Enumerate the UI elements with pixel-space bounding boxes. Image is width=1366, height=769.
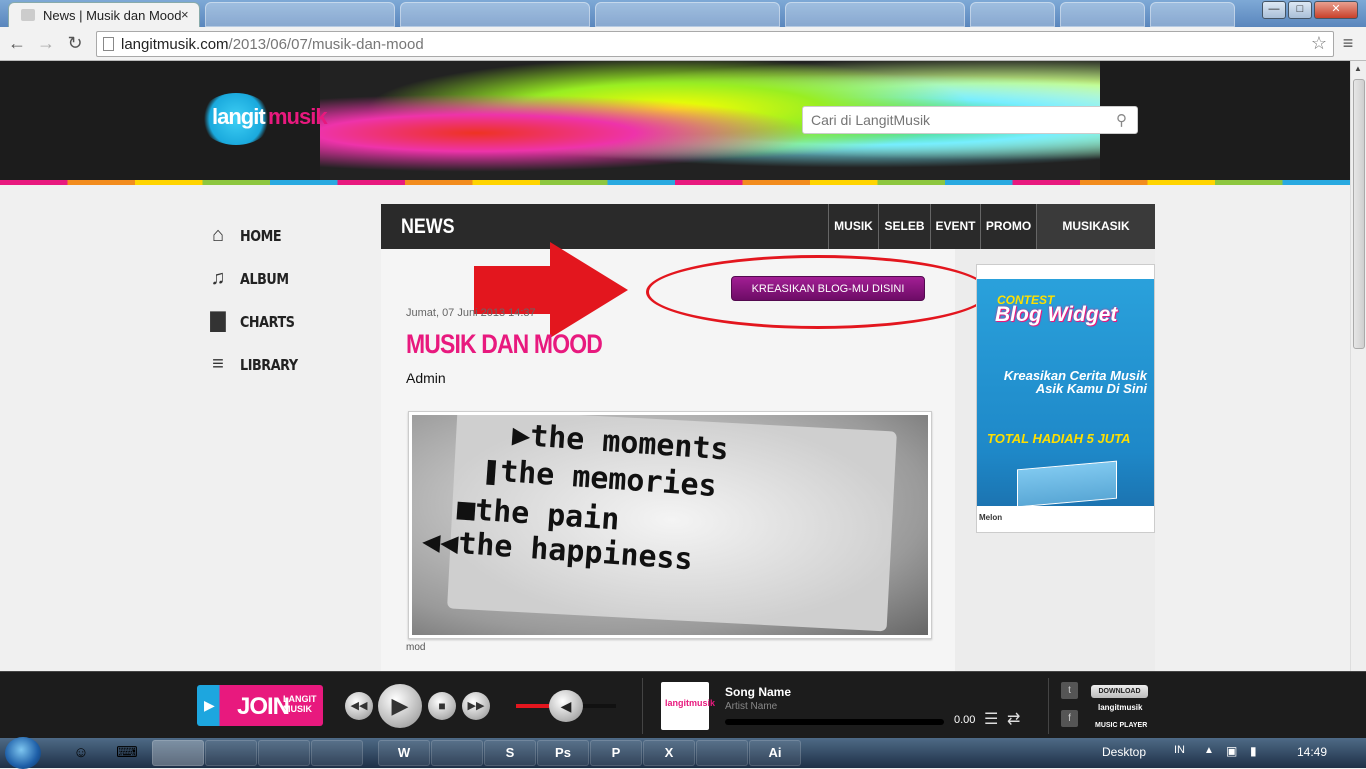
browser-tab-strip: News | Musik dan Mood × — □ ✕ (0, 0, 1366, 27)
player-mockup-image (1017, 460, 1117, 508)
tab-background[interactable] (1060, 2, 1145, 27)
langitmusik-player-logo: langitmusik (1098, 703, 1143, 712)
taskbar-word[interactable]: W (378, 740, 430, 766)
join-button[interactable]: ▶ JOIN LANGIT MUSIK (197, 685, 323, 726)
tab-background[interactable] (595, 2, 780, 27)
bar-chart-icon: ▇ (210, 310, 226, 332)
twitter-icon[interactable]: t (1061, 682, 1078, 699)
tab-active[interactable]: News | Musik dan Mood × (8, 2, 200, 27)
tab-background[interactable] (400, 2, 590, 27)
taskbar-powerpoint[interactable]: P (590, 740, 642, 766)
sidebar-item-home[interactable]: ⌂ HOME (205, 220, 355, 250)
track-time: 0.00 (954, 714, 976, 726)
url-host: langitmusik.com (121, 36, 229, 53)
facebook-icon[interactable]: f (1061, 710, 1078, 727)
power-icon[interactable]: ▮ (1250, 744, 1257, 758)
page-scrollbar[interactable]: ▲ (1350, 61, 1366, 671)
artist-name: Artist Name (725, 701, 778, 712)
sidebar-item-album[interactable]: ♫ ALBUM (205, 263, 355, 293)
emoticon-icon[interactable]: ☺ (70, 742, 92, 764)
address-bar[interactable]: langitmusik.com/2013/06/07/musik-dan-moo… (96, 31, 1334, 57)
download-button[interactable]: DOWNLOAD (1091, 685, 1148, 698)
taskbar-excel[interactable]: X (643, 740, 695, 766)
desktop-toolbar-label[interactable]: Desktop (1102, 745, 1146, 759)
tab-background[interactable] (970, 2, 1055, 27)
volume-speaker-icon[interactable]: ◀ (549, 690, 583, 722)
tab-musik[interactable]: MUSIK (828, 204, 878, 249)
site-header: langit musik ⚲ (0, 61, 1350, 181)
play-icon[interactable]: ▶ (378, 684, 422, 728)
music-player-bar: ▶ JOIN LANGIT MUSIK ◀◀ ▶ ■ ▶▶ ◀ langitmu… (0, 671, 1366, 738)
tab-background[interactable] (205, 2, 395, 27)
track-progress-bar[interactable] (725, 719, 944, 725)
article-image: ▶the moments ❚the memories ■the pain ◀◀t… (408, 411, 932, 639)
taskbar-skype[interactable]: S (484, 740, 536, 766)
sidebar-item-charts[interactable]: ▇ CHARTS (205, 306, 355, 336)
maximize-button[interactable]: □ (1288, 1, 1312, 19)
tab-title: News | Musik dan Mood (43, 8, 182, 23)
reload-icon[interactable]: ↻ (63, 32, 87, 56)
windows-taskbar: ☺ ⌨ W S Ps P X Ai Desktop IN ▲ ▣ ▮ 14:49 (0, 737, 1366, 769)
rewind-icon[interactable]: ◀◀ (345, 692, 373, 720)
minimize-button[interactable]: — (1262, 1, 1286, 19)
url-path: /2013/06/07/musik-dan-mood (228, 36, 424, 53)
taskbar-app[interactable] (311, 740, 363, 766)
library-icon: ≡ (212, 353, 224, 375)
tab-background[interactable] (785, 2, 965, 27)
network-icon[interactable]: ▣ (1226, 744, 1237, 758)
forward-arrow-icon[interactable]: → (34, 32, 58, 56)
menu-icon[interactable]: ≡ (1336, 32, 1360, 56)
red-arrow-annotation (474, 242, 628, 338)
start-orb-icon[interactable] (5, 737, 41, 769)
tab-background[interactable] (1150, 2, 1235, 27)
page-favicon-icon (21, 9, 35, 21)
page-icon (103, 37, 114, 51)
article-date: Jumat, 07 Juni 2013 14:37 (406, 307, 536, 319)
keyboard-icon[interactable]: ⌨ (116, 742, 138, 764)
taskbar-photoshop[interactable]: Ps (537, 740, 589, 766)
tab-event[interactable]: EVENT (930, 204, 980, 249)
article-title[interactable]: MUSIK DAN MOOD (406, 329, 603, 360)
shuffle-icon[interactable]: ⇄ (1007, 709, 1020, 729)
site-logo[interactable]: langit musik (200, 89, 330, 149)
taskbar-explorer[interactable] (696, 740, 748, 766)
scrollbar-thumb[interactable] (1353, 79, 1365, 349)
tab-musikasik-corner[interactable]: MUSIKASIK CORNER (1036, 204, 1155, 278)
playlist-icon[interactable]: ☰ (984, 709, 998, 729)
album-art-thumbnail: langitmusik (661, 682, 715, 730)
taskbar-app[interactable] (205, 740, 257, 766)
sidebar-item-library[interactable]: ≡ LIBRARY (205, 349, 355, 379)
music-player-label: MUSIC PLAYER (1095, 722, 1148, 729)
article-author: Admin (406, 370, 446, 386)
tab-seleb[interactable]: SELEB (878, 204, 930, 249)
web-page: langit musik ⚲ ⌂ HOME ♫ ALBUM ▇ CHARTS ≡… (0, 61, 1350, 671)
tray-expand-icon[interactable]: ▲ (1204, 745, 1214, 756)
close-window-button[interactable]: ✕ (1314, 1, 1358, 19)
play-triangle-icon: ▶ (204, 697, 215, 713)
fast-forward-icon[interactable]: ▶▶ (462, 692, 490, 720)
song-name: Song Name (725, 685, 792, 699)
taskbar-illustrator[interactable]: Ai (749, 740, 801, 766)
taskbar-firefox[interactable] (258, 740, 310, 766)
music-note-icon: ♫ (210, 267, 226, 289)
back-arrow-icon[interactable]: ← (5, 32, 29, 56)
red-ellipse-annotation (646, 255, 990, 329)
search-input[interactable] (811, 112, 1101, 128)
site-search: ⚲ (802, 106, 1138, 134)
language-indicator[interactable]: IN (1174, 744, 1185, 756)
stop-icon[interactable]: ■ (428, 692, 456, 720)
system-clock[interactable]: 14:49 (1297, 745, 1327, 759)
rainbow-divider (0, 180, 1350, 185)
scroll-up-icon[interactable]: ▲ (1354, 64, 1362, 73)
blog-widget-contest-ad[interactable]: CONTEST Blog Widget Kreasikan Cerita Mus… (976, 264, 1155, 533)
taskbar-app[interactable] (431, 740, 483, 766)
tab-promo[interactable]: PROMO (980, 204, 1036, 249)
bookmark-star-icon[interactable]: ☆ (1311, 33, 1327, 54)
home-icon: ⌂ (211, 224, 225, 246)
tab-close-icon[interactable]: × (181, 7, 189, 22)
image-caption: mod (406, 642, 426, 653)
magnifier-icon[interactable]: ⚲ (1116, 111, 1127, 129)
taskbar-chrome[interactable] (152, 740, 204, 766)
section-title: NEWS (401, 215, 455, 238)
